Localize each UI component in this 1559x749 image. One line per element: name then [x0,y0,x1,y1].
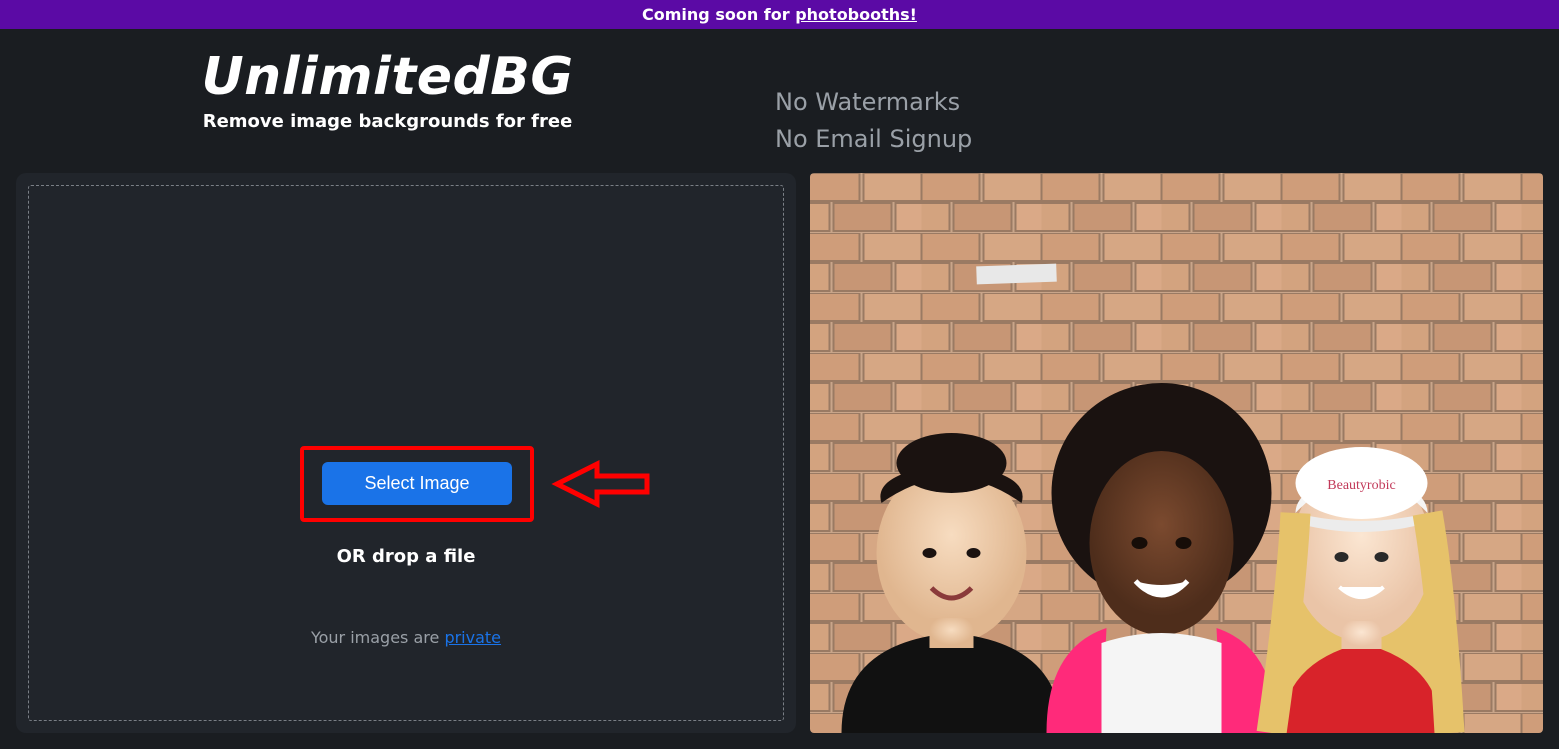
select-image-button[interactable]: Select Image [322,462,511,505]
announcement-banner: Coming soon for photobooths! [0,0,1559,29]
annotation-arrow-icon [547,454,657,518]
main-content: Select Image OR drop a file Your images … [0,173,1559,733]
feature-item: No Watermarks [775,84,972,121]
banner-prefix: Coming soon for [642,5,795,24]
feature-list: No Watermarks No Email Signup [775,47,972,159]
sample-cap-text: Beautyrobic [1327,478,1395,493]
sample-image-svg: Beautyrobic [810,173,1543,733]
dropzone[interactable]: Select Image OR drop a file Your images … [28,185,784,721]
privacy-text: Your images are private [311,628,501,647]
drop-text: OR drop a file [337,546,476,567]
logo: UnlimitedBG [201,47,573,107]
upload-panel: Select Image OR drop a file Your images … [16,173,796,733]
feature-item: No Email Signup [775,121,972,158]
annotation-highlight-box: Select Image [300,446,534,522]
privacy-link[interactable]: private [444,628,501,647]
banner-link[interactable]: photobooths! [795,5,917,24]
sample-image: Beautyrobic [810,173,1543,733]
feature-item-faded [775,47,972,84]
page-header: UnlimitedBG Remove image backgrounds for… [0,29,1559,173]
brand-wrap: UnlimitedBG Remove image backgrounds for… [0,47,775,132]
privacy-prefix: Your images are [311,628,444,647]
sample-person-2 [1047,383,1277,733]
tagline: Remove image backgrounds for free [203,111,573,132]
sample-person-3: Beautyrobic [1272,447,1450,733]
